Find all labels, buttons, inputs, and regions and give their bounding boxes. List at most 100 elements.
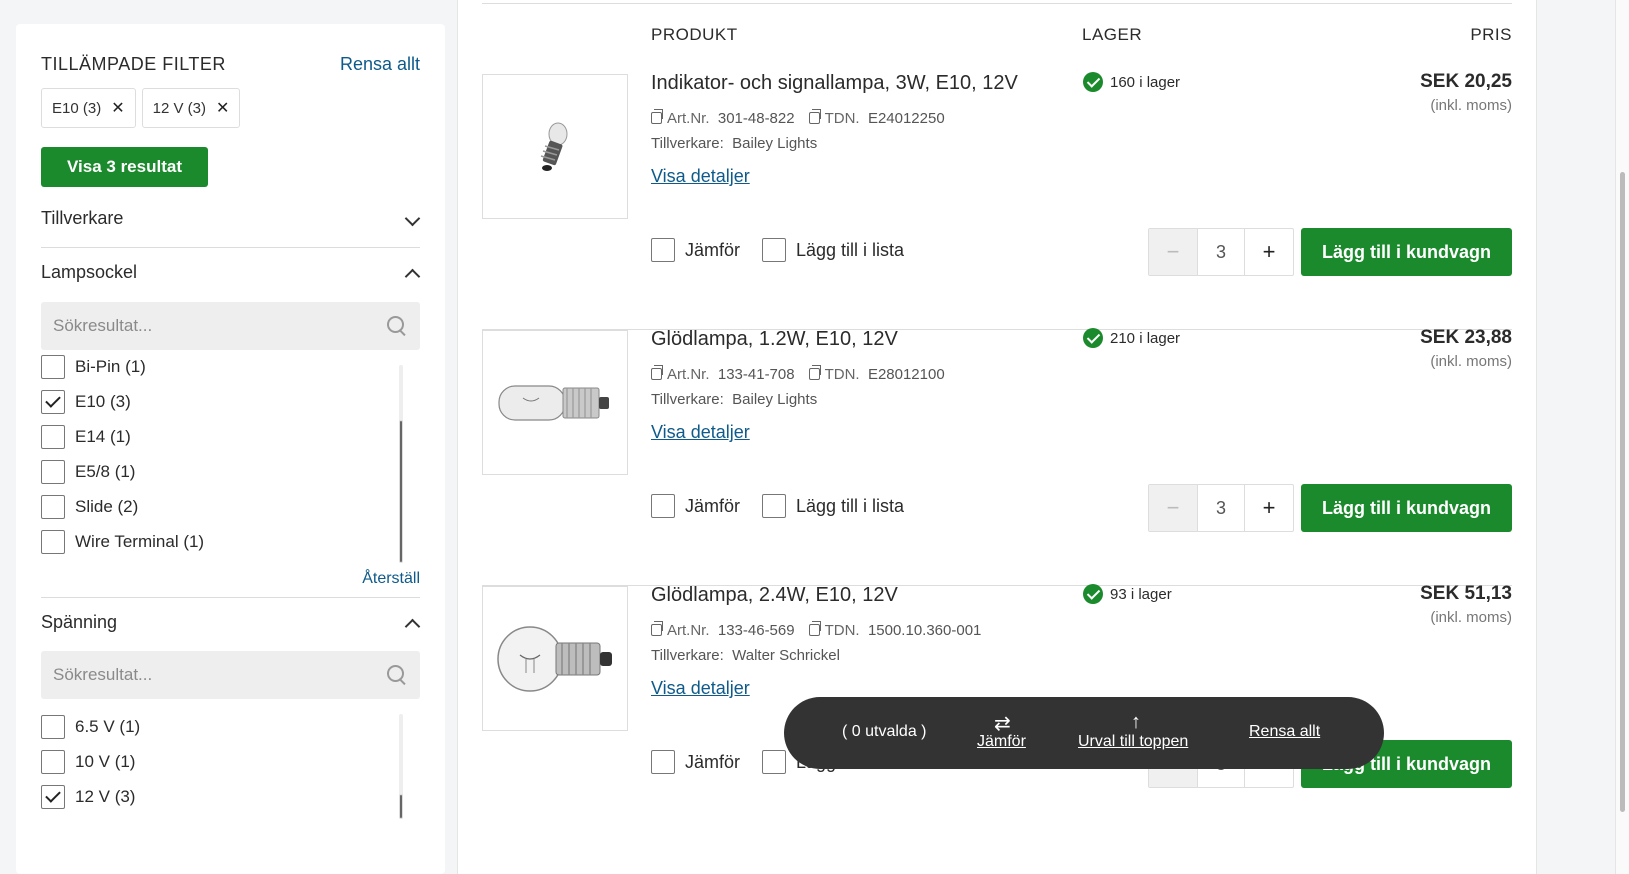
add-to-list-checkbox[interactable]: Lägg till i lista <box>762 494 904 518</box>
column-header-product: PRODUKT <box>651 25 738 44</box>
clear-all-button[interactable]: Rensa allt <box>1249 723 1320 741</box>
option-e5-8[interactable]: E5/8 (1) <box>41 454 420 489</box>
product-image[interactable] <box>482 330 628 475</box>
increment-button[interactable]: + <box>1245 229 1293 275</box>
search-icon[interactable] <box>386 664 408 686</box>
checkbox[interactable] <box>651 750 675 774</box>
lampsocket-filter-header[interactable]: Lampsockel <box>41 262 420 283</box>
compare-checkbox[interactable]: Jämför <box>651 750 740 774</box>
chevron-up-icon <box>404 265 420 281</box>
article-number[interactable]: Art.Nr. 301-48-822 <box>651 109 795 127</box>
option-slide[interactable]: Slide (2) <box>41 489 420 524</box>
quantity-input[interactable]: 3 <box>1197 485 1245 531</box>
option-6-5v[interactable]: 6.5 V (1) <box>41 709 420 744</box>
article-number[interactable]: Art.Nr. 133-41-708 <box>651 365 795 383</box>
scroll-thumb[interactable] <box>1620 172 1625 812</box>
price: SEK 23,88 <box>1420 327 1512 348</box>
scroll-thumb[interactable] <box>399 794 403 819</box>
add-to-cart-button[interactable]: Lägg till i kundvagn <box>1301 484 1512 532</box>
checkbox[interactable] <box>651 494 675 518</box>
checkbox[interactable] <box>41 494 65 519</box>
checkbox[interactable] <box>651 238 675 262</box>
clear-all-filters-link[interactable]: Rensa allt <box>340 54 420 75</box>
option-e14[interactable]: E14 (1) <box>41 419 420 454</box>
compare-checkbox[interactable]: Jämför <box>651 238 740 262</box>
reset-link[interactable]: Återställ <box>362 570 420 588</box>
tdn-number[interactable]: TDN. E28012100 <box>808 365 945 383</box>
check-circle-icon <box>1083 584 1103 604</box>
lampsocket-scrollbar[interactable] <box>399 365 403 563</box>
selection-to-top-button[interactable]: Urval till toppen <box>1078 733 1188 751</box>
tdn-number[interactable]: TDN. E24012250 <box>808 109 945 127</box>
checkbox[interactable] <box>41 459 65 484</box>
copy-icon[interactable] <box>651 365 663 380</box>
vat-note: (inkl. moms) <box>1430 609 1512 626</box>
column-header-price: PRIS <box>1470 25 1512 44</box>
checkbox[interactable] <box>762 494 787 518</box>
checkbox-checked[interactable] <box>41 389 65 414</box>
copy-icon[interactable] <box>808 365 821 380</box>
option-bi-pin[interactable]: Bi-Pin (1) <box>41 353 420 384</box>
product-name[interactable]: Glödlampa, 2.4W, E10, 12V <box>651 584 898 607</box>
product-name[interactable]: Glödlampa, 1.2W, E10, 12V <box>651 328 898 351</box>
voltage-scrollbar[interactable] <box>399 714 403 819</box>
show-details-link[interactable]: Visa detaljer <box>651 166 750 187</box>
checkbox[interactable] <box>762 750 787 774</box>
product-image[interactable] <box>482 586 628 731</box>
checkbox[interactable] <box>41 424 65 449</box>
increment-button[interactable]: + <box>1245 485 1293 531</box>
lampsocket-search-input[interactable] <box>53 316 386 336</box>
checkbox[interactable] <box>41 354 65 379</box>
option-12v[interactable]: 12 V (3) <box>41 779 420 814</box>
checkbox[interactable] <box>41 714 65 739</box>
add-to-cart-button[interactable]: Lägg till i kundvagn <box>1301 228 1512 276</box>
copy-icon[interactable] <box>651 109 663 124</box>
stock-status: 210 i lager <box>1083 328 1180 348</box>
checkbox[interactable] <box>41 529 65 554</box>
compare-button[interactable]: Jämför <box>977 733 1026 751</box>
voltage-filter-label: Spänning <box>41 612 118 632</box>
option-e10[interactable]: E10 (3) <box>41 384 420 419</box>
option-10v[interactable]: 10 V (1) <box>41 744 420 779</box>
voltage-filter-header[interactable]: Spänning <box>41 612 420 633</box>
arrow-up-icon[interactable]: ↑ <box>1131 711 1141 734</box>
row-checks: Jämför Lägg till i lista <box>651 238 904 262</box>
option-wire-terminal[interactable]: Wire Terminal (1) <box>41 524 420 559</box>
filter-chip-e10[interactable]: E10 (3) ✕ <box>41 88 136 128</box>
search-icon[interactable] <box>386 315 408 337</box>
bulb-image <box>497 625 612 692</box>
checkbox[interactable] <box>762 238 787 262</box>
page-scrollbar[interactable] <box>1615 0 1629 874</box>
chevron-down-icon <box>404 211 420 227</box>
decrement-button[interactable]: − <box>1149 229 1197 275</box>
article-number[interactable]: Art.Nr. 133-46-569 <box>651 621 795 639</box>
manufacturer: Tillverkare: Bailey Lights <box>651 391 818 408</box>
show-details-link[interactable]: Visa detaljer <box>651 678 750 699</box>
scroll-thumb[interactable] <box>399 420 403 563</box>
close-icon[interactable]: ✕ <box>111 98 124 118</box>
checkbox[interactable] <box>41 749 65 774</box>
show-results-button[interactable]: Visa 3 resultat <box>41 147 208 187</box>
close-icon[interactable]: ✕ <box>216 98 229 118</box>
tdn-number[interactable]: TDN. 1500.10.360-001 <box>808 621 981 639</box>
checkbox-checked[interactable] <box>41 784 65 809</box>
manufacturer-filter-header[interactable]: Tillverkare <box>41 208 420 229</box>
voltage-search-input[interactable] <box>53 665 386 685</box>
add-to-list-checkbox[interactable]: Lägg till i lista <box>762 238 904 262</box>
quantity-input[interactable]: 3 <box>1197 229 1245 275</box>
compare-checkbox[interactable]: Jämför <box>651 494 740 518</box>
stock-status: 160 i lager <box>1083 72 1180 92</box>
product-name[interactable]: Indikator- och signallampa, 3W, E10, 12V <box>651 72 1018 95</box>
selected-count: ( 0 utvalda ) <box>842 723 927 740</box>
copy-icon[interactable] <box>808 621 821 636</box>
option-label: E14 (1) <box>75 426 131 446</box>
product-image[interactable] <box>482 74 628 219</box>
filter-chip-12v[interactable]: 12 V (3) ✕ <box>141 88 241 128</box>
show-details-link[interactable]: Visa detaljer <box>651 422 750 443</box>
decrement-button[interactable]: − <box>1149 485 1197 531</box>
price-block: SEK 23,88 (inkl. moms) <box>1420 327 1512 370</box>
option-label: Bi-Pin (1) <box>75 356 146 376</box>
copy-icon[interactable] <box>808 109 821 124</box>
option-label: 10 V (1) <box>75 751 136 771</box>
copy-icon[interactable] <box>651 621 663 636</box>
